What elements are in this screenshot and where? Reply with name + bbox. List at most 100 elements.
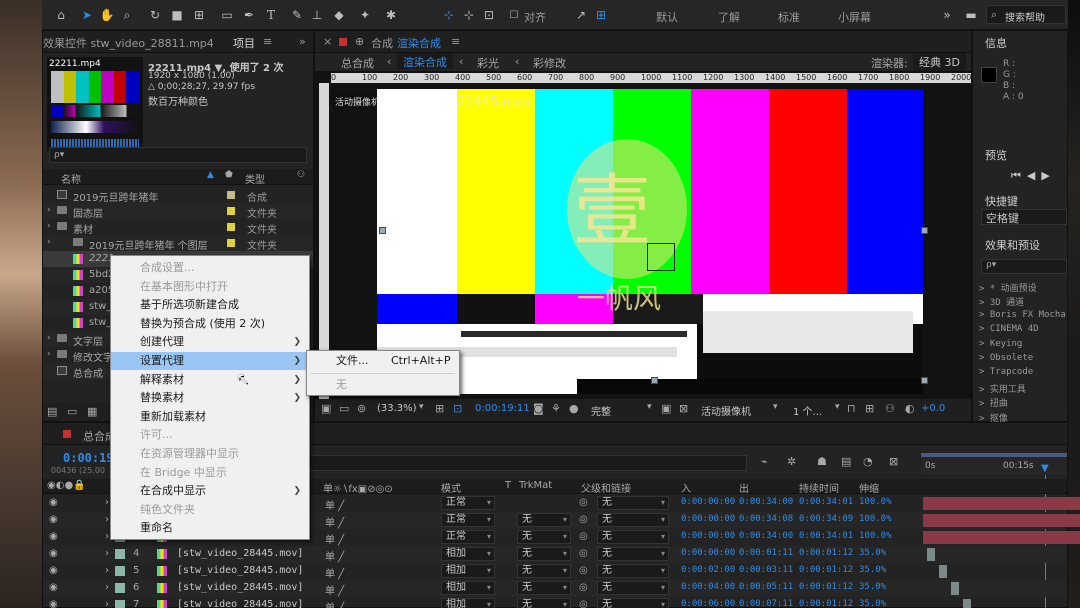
comp-mini-flowchart-icon[interactable]: ⌁	[761, 455, 768, 468]
graph-editor-icon[interactable]: ⊠	[889, 455, 898, 468]
layer-dur[interactable]: 0:00:01:12	[799, 548, 853, 558]
layer-switches[interactable]: 单 ╱	[325, 548, 344, 563]
eye-icon[interactable]: ◉	[49, 582, 58, 593]
info-panel-title[interactable]: 信息	[985, 35, 1007, 51]
context-menu-item[interactable]: 设置代理 ❯	[111, 352, 309, 370]
expand-arrow-icon[interactable]: ›	[105, 531, 109, 542]
context-menu-item[interactable]: 在合成中显示 ❯	[111, 482, 309, 500]
sort-ascending-icon[interactable]: ▲	[207, 170, 214, 180]
clone-stamp-tool-icon[interactable]: ⊥	[308, 6, 326, 24]
pan-behind-tool-icon[interactable]: ⊞	[190, 6, 208, 24]
parent-pickwhip-icon[interactable]: ◎	[579, 531, 588, 542]
blend-mode-select[interactable]: 正常	[441, 530, 495, 544]
project-item[interactable]: › 2019元旦跨年猪年 个图层 文件夹	[43, 235, 313, 252]
expand-arrow-icon[interactable]: ›	[105, 514, 109, 525]
layer-duration-bar[interactable]	[923, 531, 1080, 544]
mask-icon[interactable]: ⊚	[357, 402, 366, 415]
camera-tool-icon[interactable]: ■	[168, 6, 186, 24]
layer-dur[interactable]: 0:00:34:01	[799, 531, 853, 541]
track-matte-select[interactable]: 无	[517, 513, 571, 527]
help-search-box[interactable]: ⌕ 搜索帮助	[986, 5, 1066, 24]
viewer-menu-icon[interactable]: ≡	[451, 35, 460, 48]
zoom-value[interactable]: (33.3%)	[377, 403, 417, 414]
region-icon[interactable]: ⊡	[453, 402, 462, 415]
frame-blending-icon[interactable]: ▤	[841, 455, 851, 468]
expand-arrow-icon[interactable]: ›	[47, 205, 51, 215]
eye-icon[interactable]: ◉	[49, 531, 58, 542]
camera-view-select[interactable]: 活动摄像机	[701, 403, 751, 418]
parent-pickwhip-icon[interactable]: ◎	[579, 565, 588, 576]
layer-str[interactable]: 35.0%	[859, 548, 886, 558]
eye-icon[interactable]: ◉	[49, 548, 58, 559]
layer-duration-bar[interactable]	[923, 497, 1080, 510]
label-tag-icon[interactable]: ⬟	[225, 170, 233, 180]
expand-panels-icon[interactable]: »	[299, 35, 306, 48]
layer-handle[interactable]	[651, 377, 658, 384]
layer-duration-bar[interactable]	[927, 548, 935, 561]
current-time[interactable]: 0:00:19:11	[475, 403, 530, 414]
layer-switches[interactable]: 单 ╱	[325, 497, 344, 512]
shy-icon[interactable]: ☗	[817, 455, 827, 468]
transparency-grid-icon[interactable]: ⊠	[679, 402, 688, 415]
layer-switches[interactable]: 单 ╱	[325, 582, 344, 597]
layer-dur[interactable]: 0:00:34:01	[799, 497, 853, 507]
expand-arrow-icon[interactable]: ›	[105, 497, 109, 508]
context-menu-item[interactable]: 重命名	[111, 519, 309, 537]
column-type[interactable]: 类型	[245, 171, 265, 186]
rotate-tool-icon[interactable]: ↻	[146, 6, 164, 24]
chevron-down-icon[interactable]: ▾	[647, 402, 652, 412]
new-folder-icon[interactable]: ▭	[67, 405, 77, 418]
layer-duration-bar[interactable]	[939, 565, 947, 578]
effects-category[interactable]: > * 动画预设	[979, 281, 1037, 294]
layer-in[interactable]: 0:00:00:00	[681, 514, 735, 524]
parent-pickwhip-icon[interactable]: ◎	[579, 599, 588, 608]
parent-select[interactable]: 无	[597, 496, 669, 510]
layer-switches[interactable]: 单 ╱	[325, 531, 344, 546]
label-color-swatch[interactable]	[227, 191, 235, 199]
previous-frame-icon[interactable]: ◀	[1027, 169, 1041, 182]
eye-icon[interactable]: ◉	[49, 565, 58, 576]
workspace-learn[interactable]: 了解	[718, 9, 740, 25]
layer-str[interactable]: 35.0%	[859, 582, 886, 592]
track-matte-select[interactable]: 无	[517, 581, 571, 595]
layer-in[interactable]: 0:00:00:00	[681, 548, 735, 558]
parent-select[interactable]: 无	[597, 530, 669, 544]
table-row[interactable]: ◉ › 7 [stw_video_28445.mov] 单 ╱ 相加 无 ◎ 无 0:00:06:…	[43, 597, 1067, 608]
blend-mode-select[interactable]: 相加	[441, 581, 495, 595]
comp-flow-icon[interactable]: ⚇	[885, 402, 895, 415]
context-menu-item[interactable]: 在资源管理器中显示	[111, 445, 309, 463]
panel-menu-icon[interactable]: ≡	[263, 35, 272, 48]
crumb-main-comp[interactable]: 总合成	[341, 55, 374, 71]
fast-preview-icon[interactable]: ▣	[661, 402, 671, 415]
interpret-footage-icon[interactable]: ▤	[47, 405, 57, 418]
context-menu-item[interactable]: 解释素材 ❯	[111, 371, 309, 389]
time-ruler[interactable]: 0s 00:15s ▼	[921, 453, 1067, 475]
blend-mode-select[interactable]: 相加	[441, 547, 495, 561]
chevron-down-icon[interactable]: ▾	[773, 402, 778, 412]
rectangle-tool-icon[interactable]: ▭	[218, 6, 236, 24]
layer-in[interactable]: 0:00:00:00	[681, 497, 735, 507]
blend-mode-select[interactable]: 正常	[441, 496, 495, 510]
monitor-icon[interactable]: ▭	[339, 402, 349, 415]
tab-effect-controls[interactable]: 效果控件 stw_video_28811.mp4	[43, 35, 214, 51]
layer-label-color[interactable]	[115, 583, 125, 593]
new-composition-icon[interactable]: ▦	[87, 405, 97, 418]
layer-out[interactable]: 0:00:34:08	[739, 514, 793, 524]
eye-icon[interactable]: ◉	[49, 599, 58, 608]
resolution-value[interactable]: 完整	[591, 403, 611, 418]
snap-grid-icon[interactable]: ⊞	[592, 6, 610, 24]
exposure-icon[interactable]: ◐	[905, 402, 915, 415]
project-search-input[interactable]: ρ▾	[49, 147, 307, 163]
context-menu-item[interactable]: 许可...	[111, 426, 309, 444]
snap-options-icon[interactable]: ↗	[572, 6, 590, 24]
tab-comp-name[interactable]: 渲染合成	[397, 35, 441, 51]
channel-icon[interactable]: ●	[569, 402, 579, 415]
layer-label-color[interactable]	[115, 566, 125, 576]
share-view-icon[interactable]: ⊓	[847, 402, 856, 415]
layer-out[interactable]: 0:00:07:11	[739, 599, 793, 608]
project-item[interactable]: › 素材 文件夹	[43, 219, 313, 236]
effects-category[interactable]: > Trapcode	[979, 367, 1033, 377]
layer-in[interactable]: 0:00:02:00	[681, 565, 735, 575]
layer-in[interactable]: 0:00:00:00	[681, 531, 735, 541]
snapshot-icon[interactable]: ◙	[533, 402, 544, 415]
